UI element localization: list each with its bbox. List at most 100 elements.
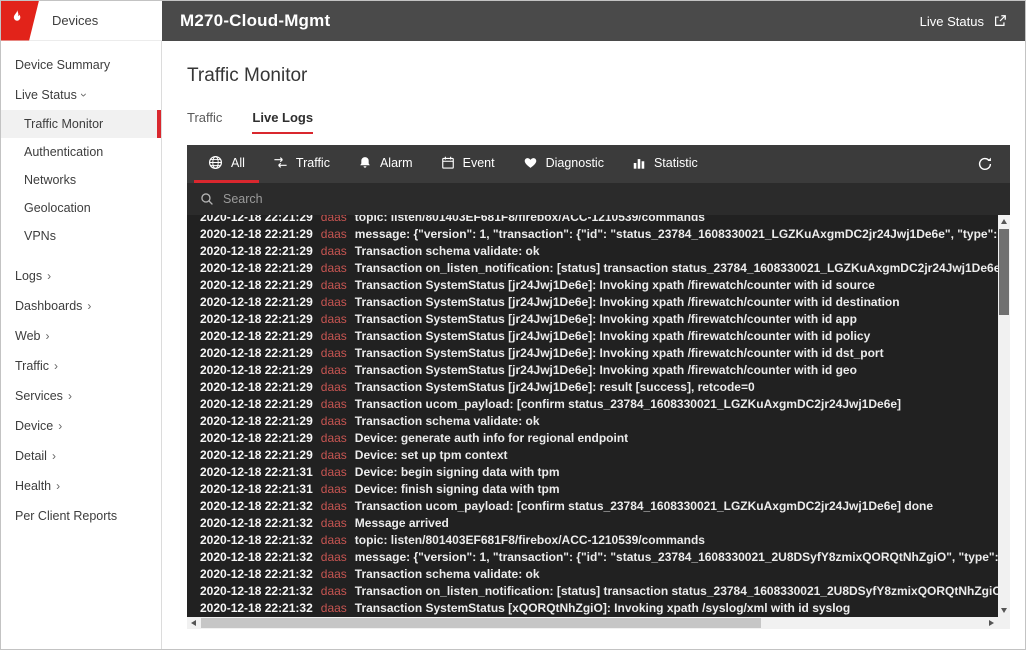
filter-tab-alarm[interactable]: Alarm <box>344 145 427 183</box>
log-message: Transaction SystemStatus [jr24Jwj1De6e]:… <box>355 278 875 292</box>
chevron-right-icon: › <box>87 300 91 312</box>
log-row: 2020-12-18 22:21:32 daas topic: listen/801… <box>187 532 998 549</box>
sidebar-item-vpns[interactable]: VPNs <box>1 222 161 250</box>
log-message: Transaction on_listen_notification: [sta… <box>355 584 998 598</box>
filter-tab-traffic[interactable]: Traffic <box>259 145 344 183</box>
sidebar-item-label: Networks <box>24 173 76 187</box>
bar-chart-icon <box>632 156 646 170</box>
log-source: daas <box>321 482 347 496</box>
log-message: Device: set up tpm context <box>355 448 508 462</box>
chevron-right-icon: › <box>58 420 62 432</box>
log-row: 2020-12-18 22:21:29daasTransaction Syste… <box>187 277 998 294</box>
live-logs-panel: AllTrafficAlarmEventDiagnosticStatistic … <box>187 145 1010 629</box>
sidebar-item-traffic[interactable]: Traffic› <box>1 351 161 381</box>
search-input[interactable] <box>223 192 997 206</box>
sidebar-item-detail[interactable]: Detail› <box>1 441 161 471</box>
chevron-down-icon: › <box>78 93 90 97</box>
sidebar-item-label: Live Status <box>15 88 77 102</box>
page-title: Traffic Monitor <box>187 65 1010 87</box>
sidebar-item-authentication[interactable]: Authentication <box>1 138 161 166</box>
sidebar-item-label: Detail <box>15 449 47 463</box>
vertical-scrollbar-thumb[interactable] <box>999 229 1009 315</box>
log-timestamp: 2020-12-18 22:21:29 <box>200 227 313 241</box>
sidebar-item-networks[interactable]: Networks <box>1 166 161 194</box>
external-link-icon <box>993 14 1007 28</box>
filter-tab-statistic[interactable]: Statistic <box>618 145 712 183</box>
horizontal-scrollbar[interactable] <box>187 617 1010 629</box>
sidebar-item-web[interactable]: Web› <box>1 321 161 351</box>
scroll-left-arrow-icon[interactable] <box>191 620 196 626</box>
tab-bar: Traffic Live Logs <box>187 110 1010 134</box>
top-bar-main: M270-Cloud-Mgmt Live Status <box>162 1 1025 41</box>
log-source: daas <box>321 380 347 394</box>
filter-tab-label: Diagnostic <box>546 156 604 170</box>
sidebar-item-device[interactable]: Device› <box>1 411 161 441</box>
top-bar: Devices M270-Cloud-Mgmt Live Status <box>1 1 1025 41</box>
log-row: 2020-12-18 22:21:32daasmessage: {"versio… <box>187 549 998 566</box>
vertical-scrollbar[interactable] <box>998 215 1010 617</box>
live-status-link[interactable]: Live Status <box>920 14 1007 29</box>
log-message: Transaction SystemStatus [jr24Jwj1De6e]:… <box>355 312 857 326</box>
log-message: Transaction SystemStatus [xQORQtNhZgiO]:… <box>355 601 850 615</box>
log-message: Message arrived <box>355 516 449 530</box>
filter-bar: All Traffic Alarm Event Diagnostic Statistic <box>187 145 1010 183</box>
log-message: Transaction SystemStatus [jr24Jwj1De6e]:… <box>355 329 870 343</box>
filter-tab-label: Event <box>463 156 495 170</box>
log-timestamp: 2020-12-18 22:21:32 <box>200 533 313 547</box>
log-source: daas <box>321 431 347 445</box>
log-timestamp: 2020-12-18 22:21:29 <box>200 363 313 377</box>
sidebar-item-label: Per Client Reports <box>15 509 117 523</box>
tab-traffic[interactable]: Traffic <box>187 110 222 134</box>
sidebar-item-geolocation[interactable]: Geolocation <box>1 194 161 222</box>
scroll-right-arrow-icon[interactable] <box>989 620 994 626</box>
log-message: Transaction SystemStatus [jr24Jwj1De6e]:… <box>355 346 884 360</box>
log-area: 2020-12-18 22:21:29 daas topic: listen/801… <box>187 215 1010 617</box>
sidebar-item-dashboards[interactable]: Dashboards › <box>1 291 161 321</box>
app-window: Devices M270-Cloud-Mgmt Live Status Devi… <box>0 0 1026 650</box>
tab-live-logs[interactable]: Live Logs <box>252 110 313 134</box>
filter-tab-event[interactable]: Event <box>427 145 509 183</box>
sidebar-item-per-client-reports[interactable]: Per Client Reports <box>1 501 161 531</box>
log-row: 2020-12-18 22:21:29daasTransaction Syste… <box>187 362 998 379</box>
sidebar-item-health[interactable]: Health › <box>1 471 161 501</box>
globe-icon <box>208 155 223 170</box>
log-source: daas <box>321 516 347 530</box>
log-message: Device: generate auth info for regional … <box>355 431 628 445</box>
log-message: topic: listen/801403EF681F8/firebox/ACC-… <box>355 215 705 224</box>
log-message: Transaction SystemStatus [jr24Jwj1De6e]:… <box>355 295 900 309</box>
chevron-right-icon: › <box>47 270 51 282</box>
log-row: 2020-12-18 22:21:29daasTransaction schem… <box>187 243 998 260</box>
log-source: daas <box>321 227 347 241</box>
sidebar-item-label: Logs <box>15 269 42 283</box>
log-message: topic: listen/801403EF681F8/firebox/ACC-… <box>355 533 705 547</box>
brand-label[interactable]: Devices <box>52 13 98 28</box>
log-source: daas <box>321 346 347 360</box>
sidebar-item-label: Dashboards <box>15 299 82 313</box>
log-message: Transaction ucom_payload: [confirm statu… <box>355 499 933 513</box>
sidebar-item-label: Health <box>15 479 51 493</box>
brand-area[interactable]: Devices <box>1 1 162 41</box>
app-body: Device SummaryLive Status›Traffic Monito… <box>1 41 1025 649</box>
sidebar-item-traffic-monitor[interactable]: Traffic Monitor <box>1 110 161 138</box>
log-message: Transaction schema validate: ok <box>355 414 540 428</box>
sidebar-item-device-summary[interactable]: Device Summary <box>1 50 161 80</box>
sidebar-item-live-status[interactable]: Live Status› <box>1 80 161 110</box>
log-source: daas <box>321 363 347 377</box>
filter-tab-label: Traffic <box>296 156 330 170</box>
chevron-right-icon: › <box>56 480 60 492</box>
scroll-up-arrow-icon[interactable] <box>1001 219 1007 224</box>
log-list: 2020-12-18 22:21:29 daas topic: listen/801… <box>187 215 998 617</box>
sidebar-item-services[interactable]: Services› <box>1 381 161 411</box>
log-row: 2020-12-18 22:21:29daasTransaction Syste… <box>187 294 998 311</box>
horizontal-scrollbar-thumb[interactable] <box>201 618 761 628</box>
scroll-down-arrow-icon[interactable] <box>1001 608 1007 613</box>
filter-tab-all[interactable]: All <box>194 145 259 183</box>
filter-tab-diagnostic[interactable]: Diagnostic <box>509 145 618 183</box>
refresh-icon <box>977 156 993 172</box>
sidebar-item-logs[interactable]: Logs › <box>1 261 161 291</box>
log-timestamp: 2020-12-18 22:21:29 <box>200 261 313 275</box>
log-timestamp: 2020-12-18 22:21:29 <box>200 329 313 343</box>
refresh-button[interactable] <box>967 145 1003 183</box>
log-message: Transaction ucom_payload: [confirm statu… <box>355 397 901 411</box>
log-source: daas <box>321 533 347 547</box>
